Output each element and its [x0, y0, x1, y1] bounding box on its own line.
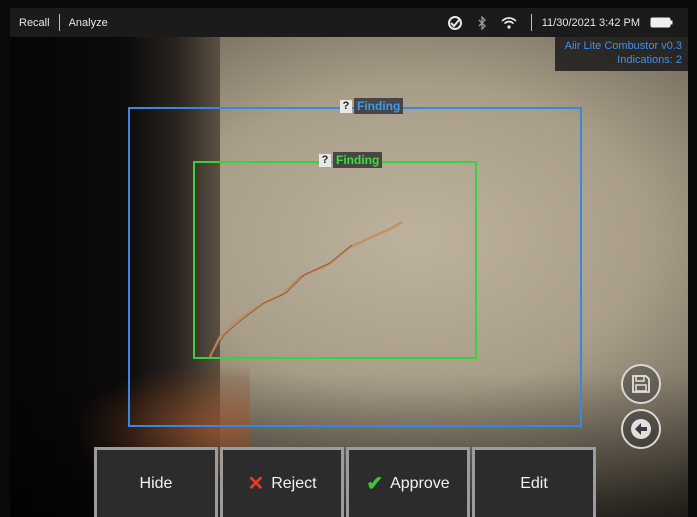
reject-label: Reject: [271, 474, 317, 492]
reject-button[interactable]: ✕ Reject: [220, 447, 344, 517]
save-button[interactable]: [621, 364, 661, 404]
x-icon: ✕: [247, 472, 265, 495]
profile-name: Aiir Lite Combustor v0.3: [564, 40, 682, 52]
back-arrow-icon: [631, 419, 651, 439]
hide-button[interactable]: Hide: [94, 447, 218, 517]
hide-label: Hide: [139, 474, 173, 492]
save-icon: [632, 375, 650, 393]
inspection-screen: Recall Analyze 11/30/2021 3:42 PM Aiir L…: [10, 8, 688, 517]
sync-icon: [447, 15, 463, 31]
question-icon: ?: [319, 153, 331, 167]
finding-box-inner[interactable]: [193, 161, 477, 359]
finding-label: Finding: [354, 98, 404, 114]
indications-count: Indications: 2: [617, 54, 682, 66]
question-icon: ?: [340, 99, 352, 113]
wifi-icon: [501, 16, 517, 29]
finding-label: Finding: [333, 152, 383, 168]
finding-tag-inner[interactable]: ? Finding: [319, 152, 383, 168]
status-icons: 11/30/2021 3:42 PM: [447, 14, 688, 31]
edit-button[interactable]: Edit: [472, 447, 596, 517]
battery-icon: [650, 17, 674, 28]
approve-label: Approve: [390, 474, 450, 492]
datetime: 11/30/2021 3:42 PM: [541, 16, 640, 29]
approve-button[interactable]: ✔ Approve: [346, 447, 470, 517]
back-button[interactable]: [621, 409, 661, 449]
recall-menu[interactable]: Recall: [10, 17, 59, 29]
action-bar: Hide ✕ Reject ✔ Approve Edit: [94, 447, 598, 517]
edit-label: Edit: [520, 474, 548, 492]
analyze-menu[interactable]: Analyze: [60, 17, 117, 29]
status-bar: Recall Analyze 11/30/2021 3:42 PM: [10, 8, 688, 37]
checkmark-icon: ✔: [366, 472, 384, 495]
measurement-info: Aiir Lite Combustor v0.3 Indications: 2: [554, 37, 688, 71]
finding-tag-outer[interactable]: ? Finding: [340, 98, 404, 114]
bluetooth-icon: [477, 15, 487, 30]
